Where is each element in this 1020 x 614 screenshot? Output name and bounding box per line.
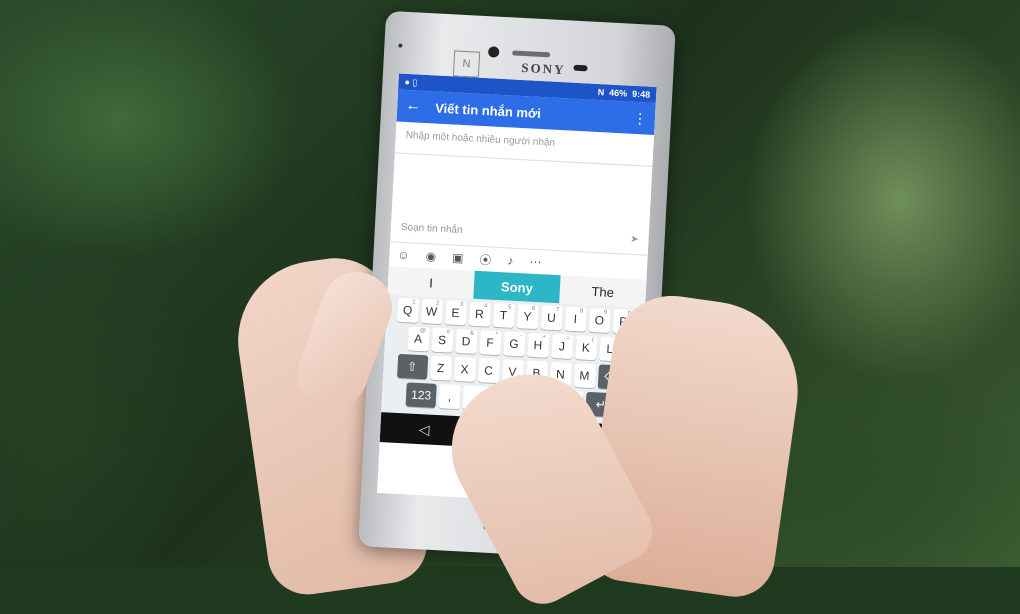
key-s[interactable]: S # [430, 327, 454, 353]
key-label: C [483, 363, 494, 378]
send-icon[interactable]: ➤ [630, 233, 639, 244]
comma-key[interactable]: , [438, 384, 461, 410]
sticker-icon[interactable]: ☺ [397, 248, 410, 263]
key-secondary: 8 [579, 308, 584, 315]
key-y[interactable]: Y6 [516, 304, 539, 330]
key-secondary: # [446, 329, 451, 336]
key-g[interactable]: G- [502, 331, 526, 357]
key-label: Z [436, 360, 445, 376]
key-label: F [485, 335, 495, 350]
key-secondary: 9 [603, 309, 608, 316]
suggestion-1[interactable]: I [388, 273, 475, 292]
key-c[interactable]: C [477, 358, 500, 384]
page-title: Viết tin nhắn mới [434, 99, 542, 121]
key-secondary: 2 [435, 300, 440, 307]
key-secondary: + [542, 334, 546, 341]
key-i[interactable]: I8 [564, 306, 587, 332]
key-secondary: 3 [459, 302, 464, 309]
camera-icon[interactable]: ◉ [425, 249, 436, 264]
key-z[interactable]: Z [429, 355, 452, 381]
key-label: T [499, 308, 508, 323]
key-o[interactable]: O9 [588, 307, 611, 333]
key-m[interactable]: M [573, 363, 596, 389]
compose-placeholder: Soạn tin nhắn [400, 221, 463, 236]
key-label: E [451, 305, 460, 321]
key-a[interactable]: A @ [406, 326, 430, 352]
key-j[interactable]: J = [550, 333, 574, 359]
microphone-icon[interactable]: ♪ [507, 253, 514, 267]
arrow-back-icon[interactable]: ← [405, 97, 422, 116]
status-right: N 46% 9:48 [597, 87, 650, 100]
key-label: J [558, 339, 566, 354]
location-icon[interactable]: ⦿ [479, 251, 492, 269]
key-r[interactable]: R4 [468, 301, 491, 327]
notification-icons: ● ▯ [404, 76, 418, 88]
key-label: R [474, 306, 485, 322]
shift-key[interactable]: ⇧ [396, 353, 428, 380]
key-label: U [546, 310, 557, 326]
nfc-status-icon: N [597, 86, 605, 98]
key-secondary: 1 [411, 299, 416, 306]
key-secondary: 7 [555, 307, 560, 314]
key-secondary: @ [419, 327, 427, 335]
key-secondary: * [495, 331, 499, 339]
earpiece [512, 50, 551, 58]
key-label: S [437, 332, 447, 348]
key-secondary: = [566, 335, 570, 342]
key-secondary: ( [591, 336, 594, 344]
key-d[interactable]: D & [454, 328, 478, 354]
numbers-key[interactable]: 123 [405, 382, 437, 408]
key-label: G [508, 336, 519, 352]
sensor-dot [398, 43, 403, 48]
key-secondary: 4 [483, 303, 488, 310]
key-label: X [460, 362, 469, 377]
key-t[interactable]: T5 [492, 302, 515, 328]
key-k[interactable]: K( [574, 335, 597, 361]
more-icon[interactable]: ⋯ [529, 255, 542, 270]
image-icon[interactable]: ▣ [452, 251, 464, 266]
key-label: K [581, 340, 591, 355]
key-label: I [573, 312, 578, 327]
suggestion-2[interactable]: Sony [473, 270, 561, 304]
key-secondary: 5 [507, 304, 512, 311]
key-h[interactable]: H + [526, 332, 550, 358]
key-f[interactable]: F * [478, 330, 502, 356]
battery-percent: 46% [608, 87, 628, 99]
front-camera [487, 46, 500, 58]
key-e[interactable]: E3 [444, 300, 467, 326]
key-q[interactable]: Q1 [396, 297, 419, 323]
more-vert-icon[interactable]: ⋮ [633, 109, 648, 127]
key-secondary: & [469, 330, 475, 337]
key-secondary: 6 [531, 305, 536, 312]
key-secondary: - [519, 333, 523, 340]
suggestion-3[interactable]: The [559, 282, 646, 301]
key-x[interactable]: X [453, 356, 476, 382]
back-nav-icon[interactable]: ◁ [418, 421, 430, 439]
key-u[interactable]: U7 [540, 305, 563, 331]
clock: 9:48 [631, 88, 651, 100]
key-label: M [579, 368, 590, 383]
key-w[interactable]: W2 [420, 299, 443, 325]
key-label: Y [523, 309, 532, 324]
